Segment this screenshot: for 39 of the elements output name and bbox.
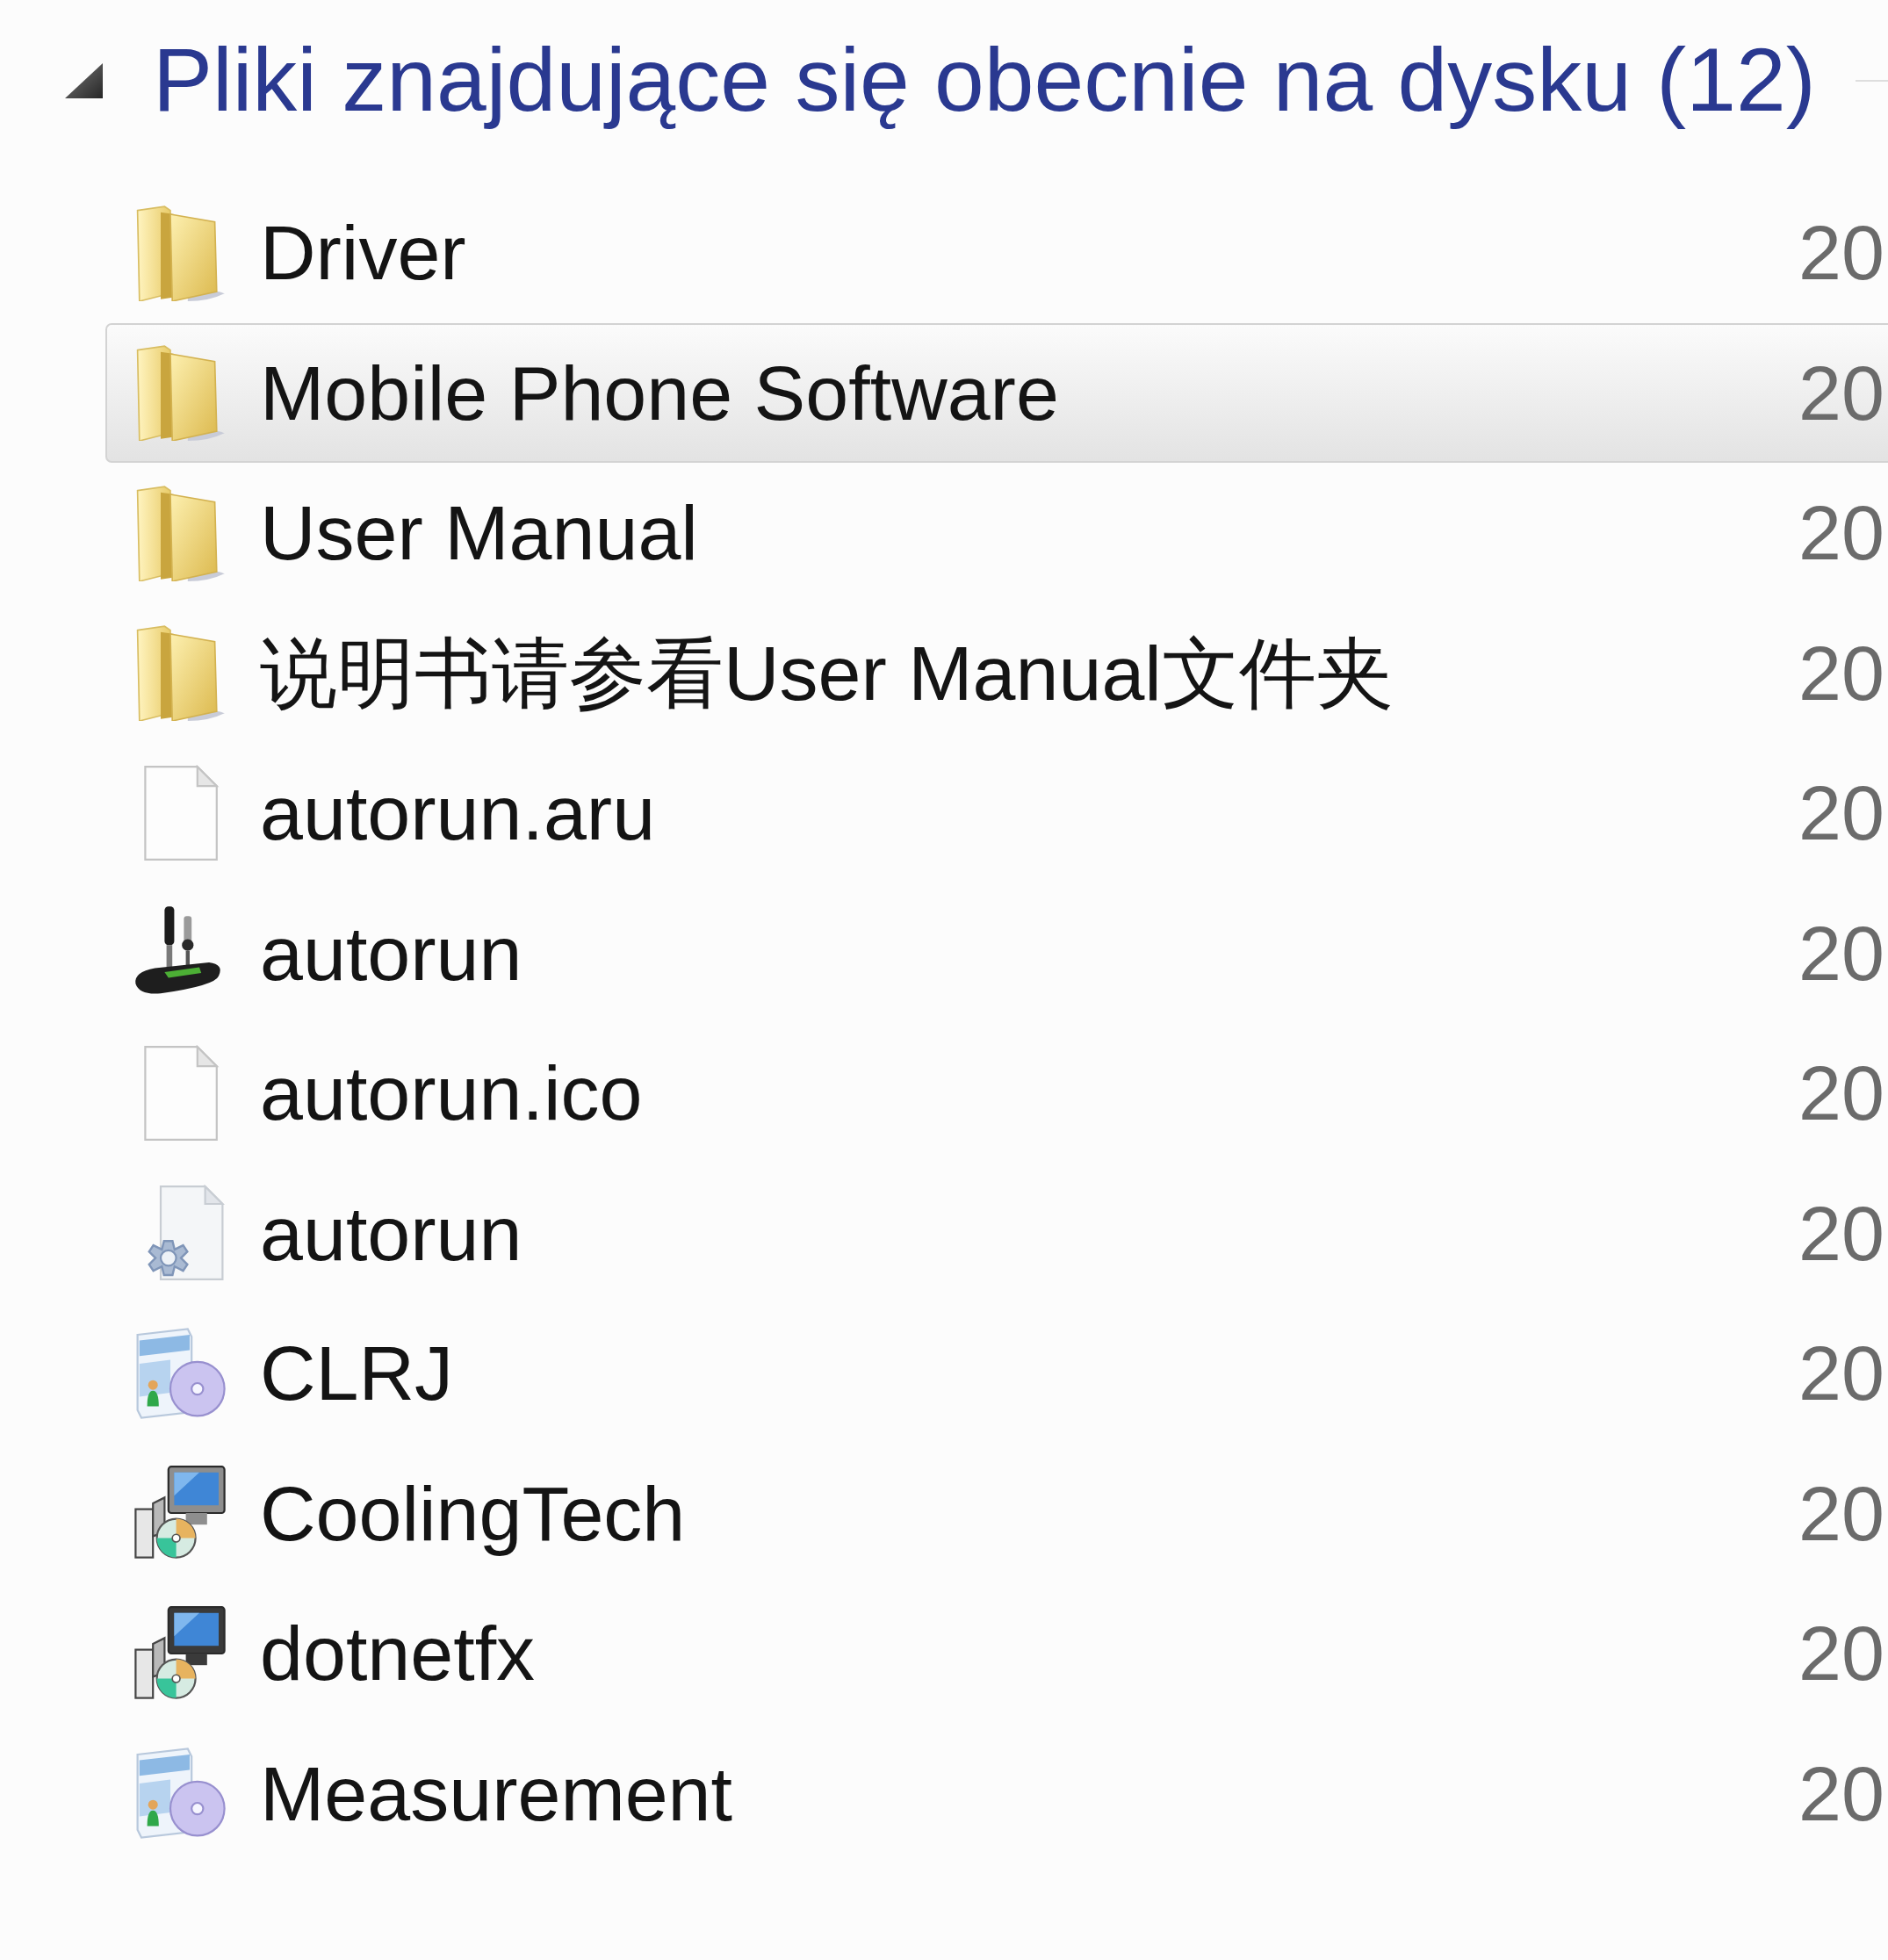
file-row[interactable]: Mobile Phone Software 20 bbox=[105, 322, 1888, 463]
file-row[interactable]: autorun.ico 20 bbox=[105, 1023, 1888, 1164]
date-text: 20 bbox=[1798, 488, 1884, 578]
date-text: 20 bbox=[1798, 908, 1884, 998]
date-text: 20 bbox=[1798, 1609, 1884, 1698]
file-name: autorun.ico bbox=[260, 1048, 643, 1138]
file-row[interactable]: autorun 20 bbox=[105, 1163, 1888, 1303]
date-text: 20 bbox=[1798, 1468, 1884, 1558]
file-name: Measurement bbox=[260, 1748, 732, 1838]
expander-triangle-icon[interactable] bbox=[65, 63, 103, 98]
date-text: 20 bbox=[1798, 1188, 1884, 1278]
file-row[interactable]: autorun 20 bbox=[105, 883, 1888, 1023]
file-row[interactable]: Measurement 20 bbox=[105, 1723, 1888, 1863]
file-name: autorun bbox=[260, 908, 522, 998]
file-row[interactable]: User Manual 20 bbox=[105, 463, 1888, 603]
file-name: Driver bbox=[260, 208, 466, 298]
computer-with-disc-icon bbox=[132, 1604, 228, 1702]
group-header-text[interactable]: Pliki znajdujące się obecnie na dysku (12) bbox=[153, 29, 1816, 133]
date-text: 20 bbox=[1798, 348, 1884, 437]
date-text: 20 bbox=[1798, 1329, 1884, 1418]
date-text: 20 bbox=[1798, 628, 1884, 717]
file-row[interactable]: autorun.aru 20 bbox=[105, 743, 1888, 883]
file-row[interactable]: 说明书请参看User Manual文件夹 20 bbox=[105, 602, 1888, 743]
file-name: 说明书请参看User Manual文件夹 bbox=[260, 628, 1394, 717]
file-name: autorun bbox=[260, 1188, 522, 1278]
file-name: dotnetfx bbox=[260, 1609, 536, 1698]
date-text: 20 bbox=[1798, 1048, 1884, 1138]
date-text: 20 bbox=[1798, 1748, 1884, 1838]
file-name: Mobile Phone Software bbox=[260, 348, 1059, 437]
file-row[interactable]: dotnetfx 20 bbox=[105, 1583, 1888, 1724]
file-row[interactable]: CLRJ 20 bbox=[105, 1303, 1888, 1444]
file-name: CLRJ bbox=[260, 1329, 454, 1418]
date-text: 20 bbox=[1798, 768, 1884, 858]
file-name: CoolingTech bbox=[260, 1468, 686, 1558]
file-name: User Manual bbox=[260, 488, 698, 578]
file-row[interactable]: Driver 20 bbox=[105, 183, 1888, 323]
file-row[interactable]: CoolingTech 20 bbox=[105, 1443, 1888, 1583]
date-text: 20 bbox=[1798, 208, 1884, 298]
file-name: autorun.aru bbox=[260, 768, 656, 858]
